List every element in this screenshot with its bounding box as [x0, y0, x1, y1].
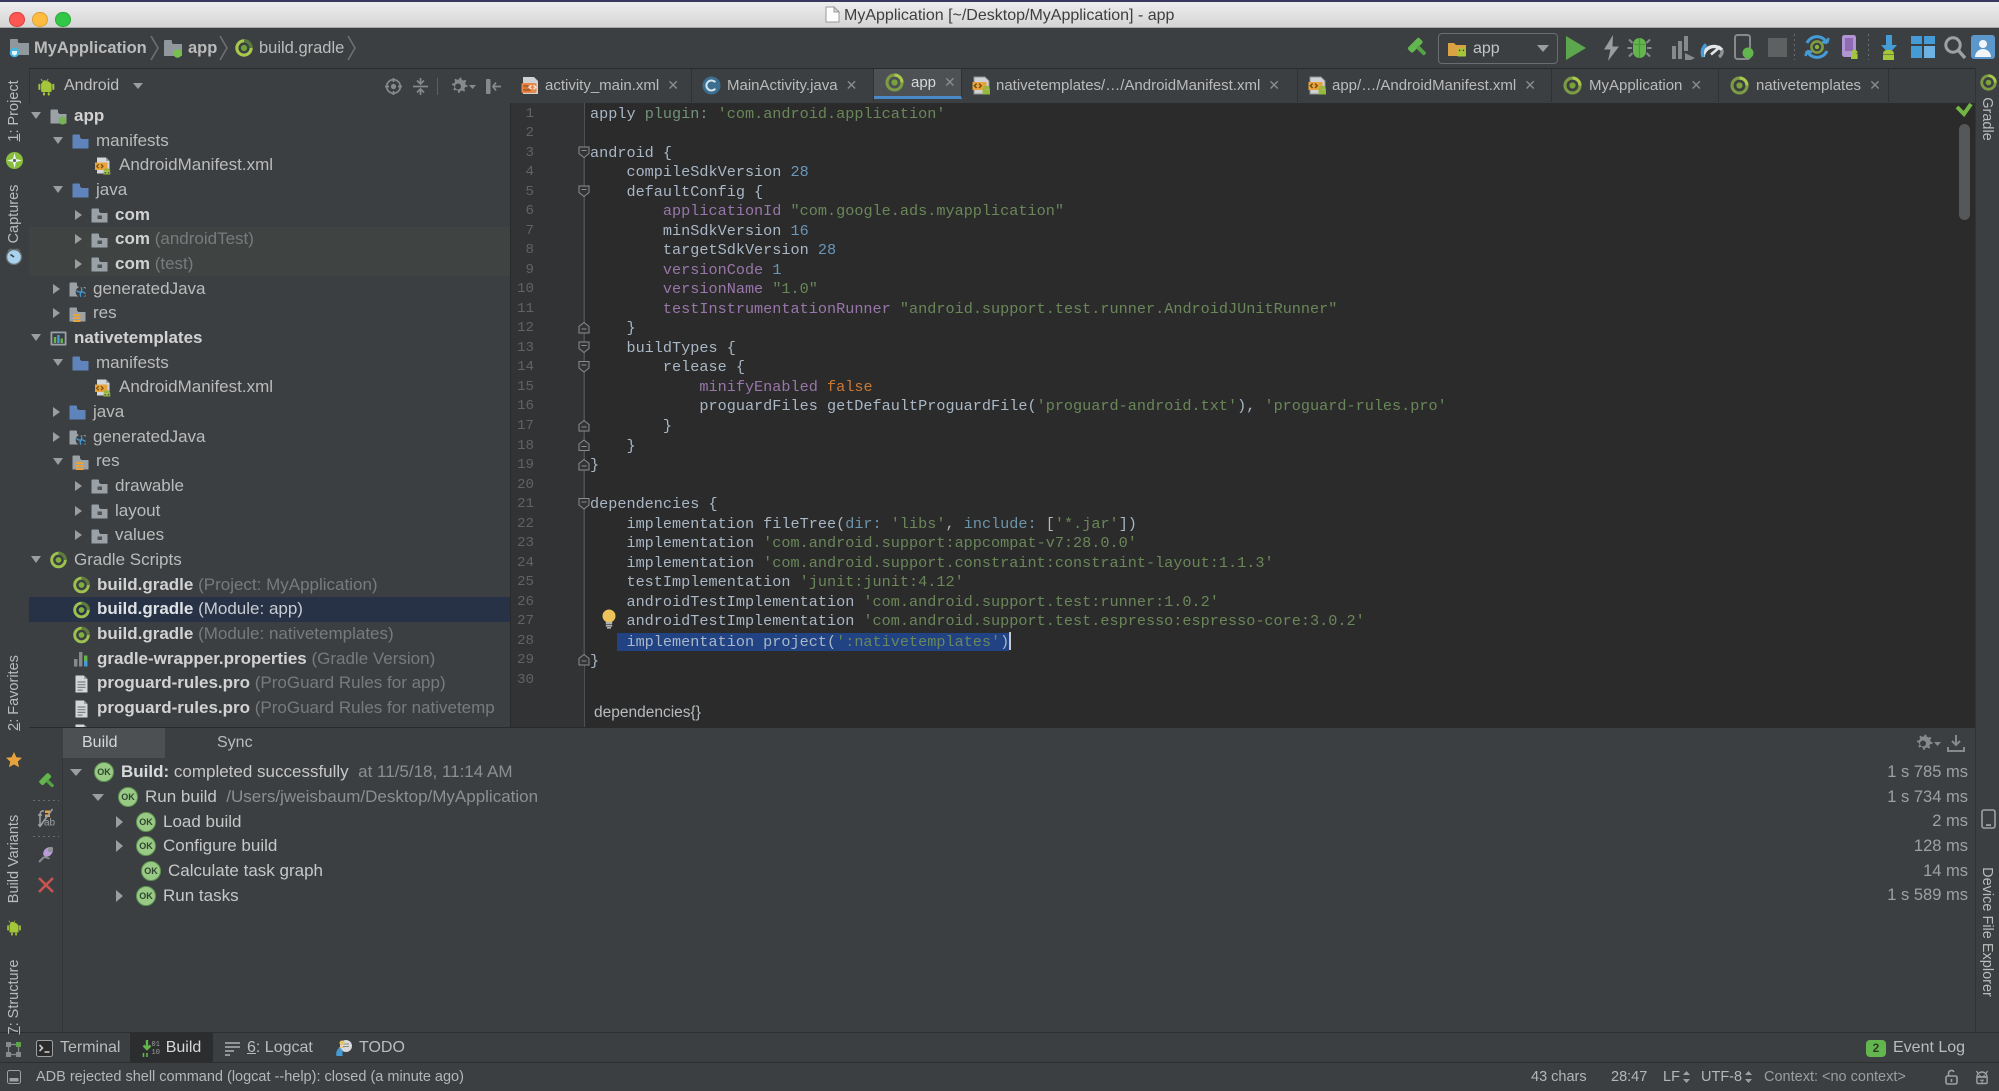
svg-text:10: 10 — [151, 1049, 159, 1057]
svg-text:01: 01 — [151, 1041, 159, 1049]
